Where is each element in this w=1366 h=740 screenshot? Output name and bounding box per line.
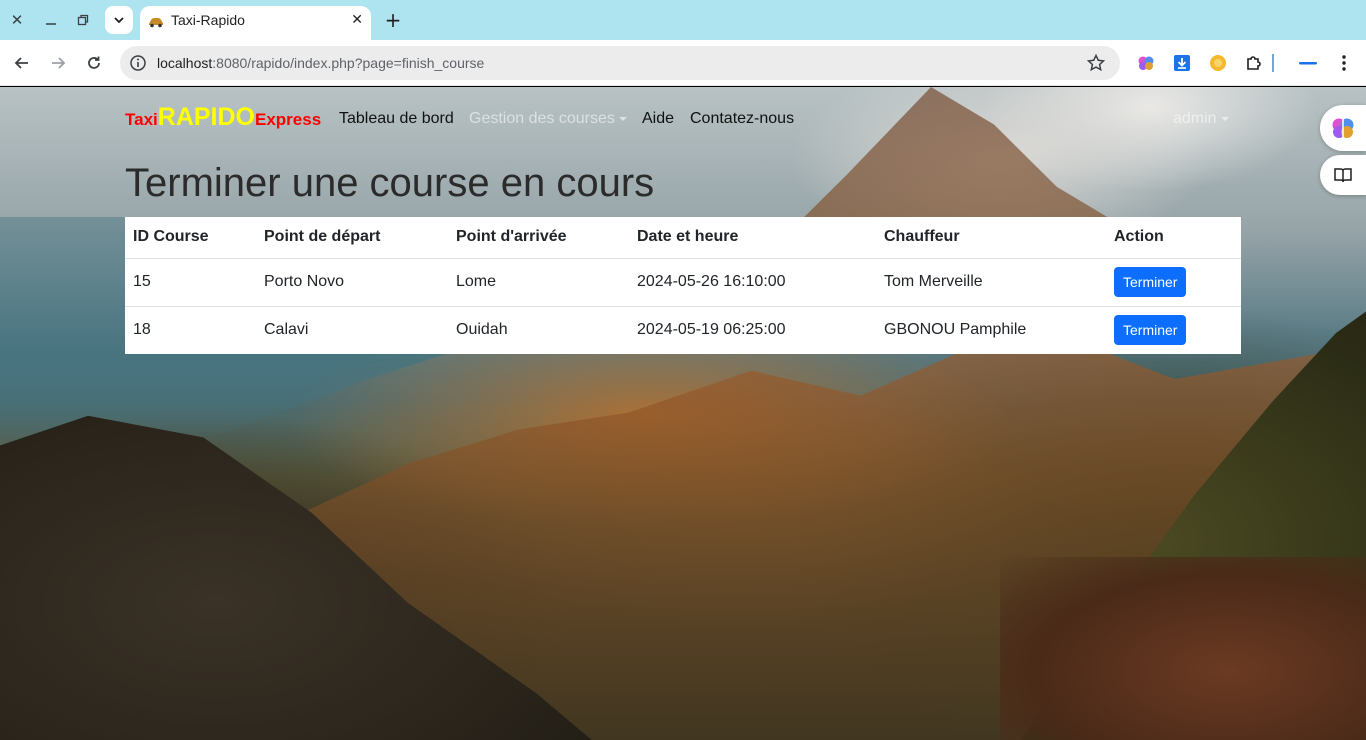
caret-down-icon [618, 116, 627, 121]
restore-window-icon[interactable] [70, 7, 96, 33]
download-extension-icon[interactable] [1172, 53, 1192, 73]
cell-depart: Porto Novo [256, 258, 448, 307]
column-header-arrivee: Point d'arrivée [448, 217, 629, 259]
table-row: 15 Porto Novo Lome 2024-05-26 16:10:00 T… [125, 258, 1241, 307]
url-host: localhost [157, 55, 213, 71]
caret-down-icon [1220, 116, 1229, 121]
back-button[interactable] [8, 49, 36, 77]
chevron-down-icon [114, 17, 124, 24]
brand-part-taxi: Taxi [125, 110, 158, 129]
tab-search-button[interactable] [105, 6, 133, 34]
column-header-action: Action [1106, 217, 1241, 259]
browser-tab-bar: ✕ Taxi-Rapido ✕ + [0, 0, 1366, 40]
nav-link-aide[interactable]: Aide [642, 110, 674, 128]
terminer-button[interactable]: Terminer [1114, 267, 1187, 297]
taxi-favicon-icon [149, 18, 163, 28]
brain-icon [1332, 118, 1354, 138]
url-path: :8080/rapido/index.php?page=finish_cours… [212, 55, 485, 71]
browser-toolbar: localhost:8080/rapido/index.php?page=fin… [0, 40, 1366, 86]
brand-part-rapido: RAPIDO [157, 103, 255, 131]
url-text: localhost:8080/rapido/index.php?page=fin… [157, 55, 484, 71]
side-brain-button[interactable] [1320, 105, 1366, 151]
column-header-id: ID Course [125, 217, 256, 259]
cell-chauffeur: GBONOU Pamphile [884, 321, 1027, 339]
address-bar[interactable]: localhost:8080/rapido/index.php?page=fin… [120, 46, 1120, 80]
cell-id: 15 [125, 258, 256, 307]
column-header-datetime: Date et heure [629, 217, 876, 259]
page-title: Terminer une course en cours [125, 161, 655, 205]
table-header-row: ID Course Point de départ Point d'arrivé… [125, 217, 1241, 259]
site-info-icon[interactable] [129, 54, 147, 72]
nav-link-contact[interactable]: Contatez-nous [690, 110, 794, 128]
nav-dropdown-label: Gestion des courses [469, 110, 615, 127]
cell-depart: Calavi [264, 321, 309, 339]
terminer-button[interactable]: Terminer [1114, 315, 1187, 346]
arrow-right-icon [52, 57, 66, 69]
cell-datetime: 2024-05-19 06:25:00 [637, 321, 786, 339]
user-name: admin [1173, 110, 1217, 127]
nav-link-tableau-de-bord[interactable]: Tableau de bord [339, 110, 454, 128]
sun-extension-icon[interactable] [1208, 53, 1228, 73]
brand-logo[interactable]: TaxiRAPIDOExpress [125, 103, 321, 132]
reload-icon [88, 56, 100, 69]
page-content: TaxiRAPIDOExpress Tableau de bord Gestio… [0, 87, 1366, 740]
reader-mode-icon [1334, 168, 1352, 183]
cell-action: Terminer [1106, 258, 1241, 307]
nav-dropdown-gestion-des-courses[interactable]: Gestion des courses [469, 110, 627, 128]
table-row: 18 Calavi Ouidah 2024-05-19 06:25:00 GBO… [125, 306, 1241, 354]
cell-chauffeur: Tom Merveille [876, 258, 1106, 307]
cell-id: 18 [133, 321, 151, 339]
puzzle-extensions-icon[interactable] [1244, 53, 1264, 73]
background-dirt [1000, 557, 1366, 740]
brain-extension-icon[interactable] [1136, 53, 1156, 73]
toolbar-divider [1272, 54, 1274, 72]
courses-table: ID Course Point de départ Point d'arrivé… [125, 217, 1241, 354]
cell-arrivee: Ouidah [456, 321, 508, 339]
cell-action: Terminer [1106, 306, 1241, 354]
cell-arrivee: Lome [448, 258, 629, 307]
new-tab-button[interactable]: + [380, 7, 406, 33]
forward-button[interactable] [44, 49, 72, 77]
more-menu-icon[interactable] [1334, 53, 1354, 73]
reload-button[interactable] [80, 49, 108, 77]
tab-close-icon[interactable]: ✕ [351, 12, 363, 28]
tab-title: Taxi-Rapido [171, 12, 245, 28]
side-reader-button[interactable] [1320, 155, 1366, 195]
close-window-icon[interactable]: ✕ [4, 7, 30, 33]
bookmark-star-icon[interactable] [1086, 53, 1106, 73]
column-header-chauffeur: Chauffeur [876, 217, 1106, 259]
courses-table-container: ID Course Point de départ Point d'arrivé… [125, 217, 1241, 354]
tab-taxi-rapido[interactable]: Taxi-Rapido ✕ [140, 6, 371, 40]
brand-part-express: Express [255, 110, 322, 129]
column-header-depart: Point de départ [256, 217, 448, 259]
profile-extension-icon[interactable] [1298, 53, 1318, 73]
user-dropdown[interactable]: admin [1173, 110, 1229, 128]
minimize-window-icon[interactable] [38, 7, 64, 33]
cell-datetime: 2024-05-26 16:10:00 [629, 258, 876, 307]
arrow-left-icon [14, 57, 28, 69]
